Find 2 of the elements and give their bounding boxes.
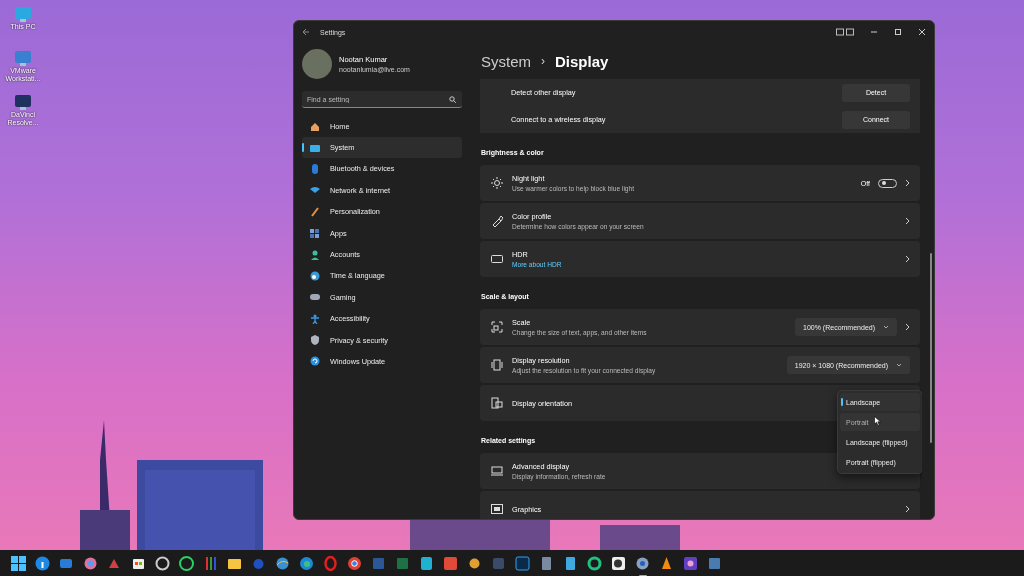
page-title: Display xyxy=(555,52,609,70)
breadcrumb-separator: › xyxy=(541,54,545,68)
